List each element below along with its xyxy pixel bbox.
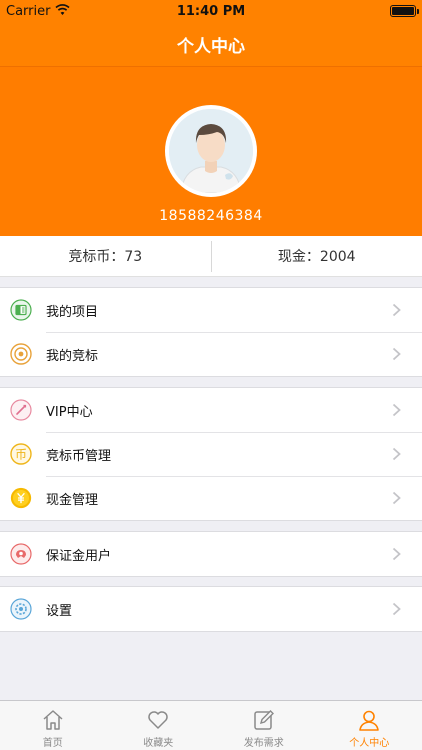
menu-group-projects: 我的项目 我的竞标 — [0, 287, 422, 377]
menu-coin-management[interactable]: 币 竞标币管理 — [0, 432, 422, 476]
chevron-right-icon — [386, 403, 406, 417]
carrier-text: Carrier — [6, 3, 51, 19]
chevron-right-icon — [386, 602, 406, 616]
menu-label: 保证金用户 — [46, 548, 112, 564]
chevron-right-icon — [386, 547, 406, 561]
menu-group-settings: 设置 — [0, 586, 422, 632]
profile-header: 18588246384 — [0, 66, 422, 236]
chevron-right-icon — [386, 447, 406, 461]
heart-icon — [145, 707, 171, 733]
wifi-icon — [55, 3, 71, 19]
bid-icon — [10, 343, 32, 365]
avatar[interactable] — [165, 105, 257, 197]
coin-balance[interactable]: 竞标币：73 — [0, 246, 211, 266]
menu-cash-management[interactable]: 现金管理 — [0, 476, 422, 520]
deposit-icon — [10, 543, 32, 565]
status-left: Carrier — [6, 3, 71, 19]
menu-group-finance: VIP中心 币 竞标币管理 现金管理 — [0, 387, 422, 521]
tab-profile[interactable]: 个人中心 — [317, 701, 422, 750]
menu-deposit-users[interactable]: 保证金用户 — [0, 532, 422, 576]
gear-icon — [10, 598, 32, 620]
tab-favorites[interactable]: 收藏夹 — [106, 701, 212, 750]
menu-my-projects[interactable]: 我的项目 — [0, 288, 422, 332]
person-icon — [356, 707, 382, 733]
menu-label: VIP中心 — [46, 404, 93, 420]
yen-icon — [10, 487, 32, 509]
status-bar: Carrier 11:40 PM — [0, 0, 422, 22]
tab-label: 首页 — [42, 738, 63, 749]
tab-label: 个人中心 — [349, 738, 390, 749]
edit-icon — [251, 707, 277, 733]
project-icon — [10, 299, 32, 321]
tab-label: 收藏夹 — [143, 738, 174, 749]
menu-label: 竞标币管理 — [46, 448, 112, 464]
tab-publish[interactable]: 发布需求 — [211, 701, 317, 750]
nav-bar: 个人中心 — [0, 22, 422, 66]
menu-settings[interactable]: 设置 — [0, 587, 422, 631]
balance-bar: 竞标币：73 现金：2004 — [0, 236, 422, 277]
page-title: 个人中心 — [177, 36, 245, 57]
avatar-person-icon — [169, 109, 253, 193]
home-icon — [40, 707, 66, 733]
battery-icon — [390, 5, 419, 17]
menu-label: 我的竞标 — [46, 348, 99, 364]
tab-bar: 首页 收藏夹 发布需求 个人中心 — [0, 700, 422, 750]
menu-label: 设置 — [46, 603, 73, 619]
menu-group-deposit: 保证金用户 — [0, 531, 422, 577]
menu-vip-center[interactable]: VIP中心 — [0, 388, 422, 432]
chevron-right-icon — [386, 491, 406, 505]
user-phone: 18588246384 — [159, 208, 263, 224]
coin-icon: 币 — [10, 443, 32, 465]
chevron-right-icon — [386, 347, 406, 361]
menu-my-bids[interactable]: 我的竞标 — [0, 332, 422, 376]
tab-home[interactable]: 首页 — [0, 701, 106, 750]
menu-label: 我的项目 — [46, 304, 99, 320]
chevron-right-icon — [386, 303, 406, 317]
svg-text:币: 币 — [15, 448, 27, 462]
cash-balance[interactable]: 现金：2004 — [212, 246, 422, 266]
menu-label: 现金管理 — [46, 492, 99, 508]
tab-label: 发布需求 — [243, 738, 284, 749]
vip-icon — [10, 399, 32, 421]
